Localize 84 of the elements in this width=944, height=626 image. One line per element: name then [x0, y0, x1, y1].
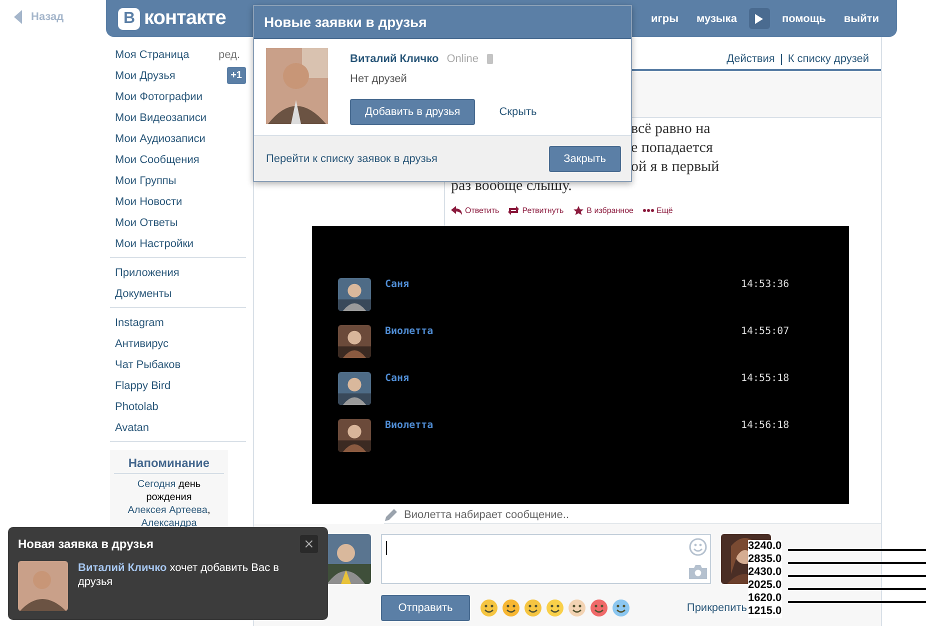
- actions-link[interactable]: Действия: [726, 53, 775, 65]
- sidebar-item[interactable]: Документы: [115, 288, 172, 300]
- sidebar-item[interactable]: Мои Настройки: [115, 238, 194, 250]
- message-time: 14:56:18: [741, 420, 790, 431]
- post-action[interactable]: В избранное: [572, 201, 634, 220]
- sidebar-item[interactable]: Приложения: [115, 266, 180, 278]
- axis-label: 3240.0: [748, 540, 782, 553]
- play-button[interactable]: [748, 8, 770, 29]
- sender-name: Саня: [385, 279, 410, 290]
- axis-label: 2025.0: [748, 579, 782, 592]
- sender-name: Виолетта: [385, 326, 434, 337]
- emoji-icon[interactable]: [590, 599, 608, 617]
- post-action[interactable]: Ретвитнуть: [508, 201, 564, 220]
- pencil-icon: [384, 508, 398, 522]
- back-arrow-icon: [14, 10, 22, 24]
- post-text: всё равно на: [631, 120, 710, 139]
- close-button[interactable]: Закрыть: [548, 146, 621, 172]
- typing-status: Виолетта набирает сообщение..: [404, 508, 570, 520]
- star-icon: [572, 206, 584, 215]
- sidebar-item[interactable]: Avatan: [115, 422, 150, 434]
- sidebar-item[interactable]: Мои Группы: [115, 174, 176, 186]
- phone-icon: [486, 54, 493, 64]
- sidebar-item[interactable]: Flappy Bird: [115, 380, 171, 392]
- popup-title: Новые заявки в друзья: [254, 6, 631, 39]
- reminder-title: Напоминание: [114, 456, 224, 474]
- axis-label: 2430.0: [748, 566, 782, 579]
- friends-list-link[interactable]: К списку друзей: [788, 53, 869, 65]
- reply-arrow-icon: [451, 206, 462, 215]
- mutual-friends-text: Нет друзей: [350, 73, 408, 85]
- toast-title: Новая заявка в друзья: [18, 537, 154, 551]
- sidebar-item[interactable]: Мои Сообщения: [115, 154, 200, 166]
- retweet-icon: [508, 206, 520, 215]
- sidebar-item[interactable]: Мои Аудиозаписи: [115, 132, 206, 144]
- emoji-icon[interactable]: [612, 599, 630, 617]
- sidebar-item[interactable]: Мои Друзья: [115, 70, 176, 82]
- sidebar-item[interactable]: Photolab: [115, 400, 158, 412]
- reminder-text: Сегодня день рождения Алексея Артеева, Александра: [126, 478, 212, 530]
- close-button[interactable]: ×: [300, 535, 318, 553]
- message-time: 14:55:18: [741, 373, 790, 384]
- post-text: ой я в первый: [631, 158, 720, 177]
- hide-link[interactable]: Скрыть: [499, 106, 537, 118]
- play-icon: [755, 14, 764, 24]
- sidebar-item[interactable]: Мои Новости: [115, 196, 182, 208]
- notification-text: Виталий Кличко хочет добавить Вас в друзья: [78, 561, 280, 590]
- message-time: 14:53:36: [741, 279, 790, 290]
- axis-label: 1620.0: [748, 592, 782, 605]
- nav-link[interactable]: выйти: [844, 12, 879, 24]
- post-action[interactable]: Ещё: [642, 201, 673, 220]
- post-text: раз вообще слышу.: [451, 177, 572, 196]
- emoji-icon[interactable]: [546, 599, 564, 617]
- sidebar-item[interactable]: Чат Рыбаков: [115, 358, 181, 370]
- sidebar-item[interactable]: Instagram: [115, 316, 164, 328]
- sender-name: Саня: [385, 373, 410, 384]
- dots-icon: [642, 206, 654, 215]
- reminder-link[interactable]: Сегодня: [137, 479, 176, 490]
- reminder-link[interactable]: Александра: [141, 518, 197, 529]
- count-badge[interactable]: +1: [226, 67, 246, 84]
- online-status: Online: [446, 53, 479, 65]
- emoji-icon[interactable]: [480, 599, 498, 617]
- edit-link[interactable]: ред.: [218, 48, 240, 60]
- message-time: 14:55:07: [741, 326, 790, 337]
- nav-link[interactable]: помощь: [782, 12, 826, 24]
- sidebar-item[interactable]: Моя Страница: [115, 48, 190, 60]
- axis-label: 2835.0: [748, 553, 782, 566]
- nav-link[interactable]: музыка: [696, 12, 737, 24]
- user-name-link[interactable]: Виталий Кличко: [78, 562, 167, 574]
- nav-link[interactable]: игры: [651, 12, 678, 24]
- emoji-icon[interactable]: [568, 599, 586, 617]
- sidebar-item[interactable]: Мои Фотографии: [115, 90, 202, 102]
- sidebar-item[interactable]: Мои Ответы: [115, 216, 178, 228]
- send-button[interactable]: Отправить: [381, 595, 470, 621]
- sender-name: Виолетта: [385, 420, 434, 431]
- post-action[interactable]: Ответить: [451, 201, 500, 220]
- reminder-link[interactable]: Алексея Артеева: [128, 505, 208, 516]
- sidebar-item[interactable]: Антивирус: [115, 338, 168, 350]
- user-name-link[interactable]: Виталий Кличко: [350, 53, 439, 65]
- emoji-icon[interactable]: [502, 599, 520, 617]
- add-friend-button[interactable]: Добавить в друзья: [350, 99, 476, 125]
- sidebar-item[interactable]: Мои Видеозаписи: [115, 112, 207, 124]
- emoji-icon[interactable]: [524, 599, 542, 617]
- attach-link[interactable]: Прикрепить: [686, 602, 747, 614]
- axis-label: 1215.0: [748, 605, 782, 618]
- requests-list-link[interactable]: Перейти к списку заявок в друзья: [266, 153, 438, 165]
- logo[interactable]: В контакте: [118, 7, 226, 30]
